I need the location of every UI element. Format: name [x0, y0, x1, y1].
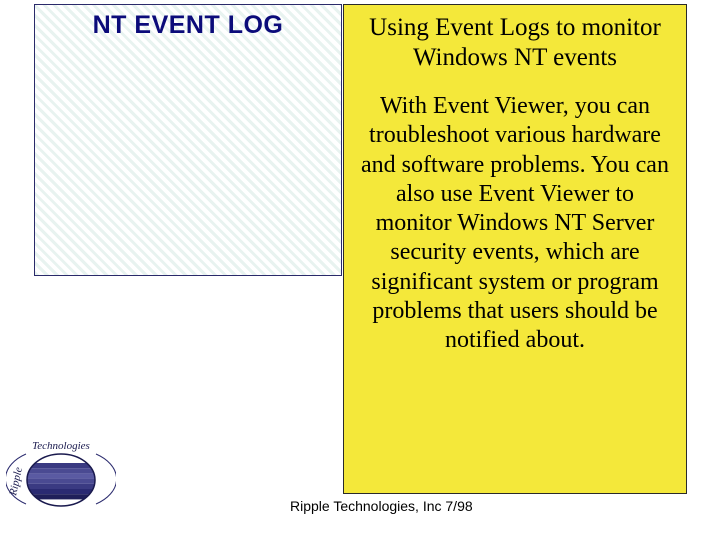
- footer-text: Ripple Technologies, Inc 7/98: [290, 498, 473, 514]
- svg-text:Technologies: Technologies: [32, 440, 90, 452]
- svg-text:Ripple: Ripple: [7, 466, 25, 498]
- right-body-text: With Event Viewer, you can troubleshoot …: [356, 92, 674, 355]
- left-panel: NT EVENT LOG: [34, 4, 342, 276]
- right-subtitle: Using Event Logs to monitor Windows NT e…: [356, 13, 674, 72]
- ripple-logo-icon: Technologies Ripple: [6, 438, 116, 516]
- slide: NT EVENT LOG Using Event Logs to monitor…: [0, 0, 720, 540]
- left-title: NT EVENT LOG: [35, 11, 341, 40]
- right-panel: Using Event Logs to monitor Windows NT e…: [343, 4, 687, 494]
